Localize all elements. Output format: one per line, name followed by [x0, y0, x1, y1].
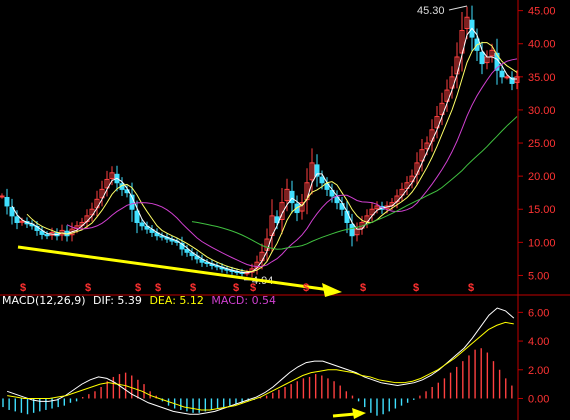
price-tick-label: 30.00 [528, 105, 556, 117]
dividend-marker: $ [85, 282, 91, 294]
price-tick-label: 20.00 [528, 171, 556, 183]
price-tick-label: 15.00 [528, 204, 556, 216]
dividend-marker: $ [250, 282, 256, 294]
macd-histogram [2, 348, 513, 416]
dividend-marker: $ [190, 282, 196, 294]
dividend-marker: $ [468, 282, 474, 294]
macd-header: MACD(12,26,9) DIF: 5.39 DEA: 5.12 MACD: … [2, 294, 280, 307]
dividend-marker: $ [233, 282, 239, 294]
candle-body [184, 248, 190, 253]
price-tick-label: 5.00 [528, 270, 549, 282]
macd-tick-label: 4.00 [528, 336, 549, 348]
dividend-marker: $ [303, 282, 309, 294]
macd-value: MACD: 0.54 [211, 294, 277, 307]
candle-body [349, 223, 355, 237]
candle-body [44, 234, 50, 237]
price-tick-label: 40.00 [528, 39, 556, 51]
macd-arrow-head [352, 408, 366, 419]
candle-body [344, 210, 350, 223]
dea-value: DEA: 5.12 [149, 294, 204, 307]
candle-body [499, 70, 505, 78]
dividend-marker: $ [135, 282, 141, 294]
candle-body [14, 216, 20, 223]
candle-body [504, 76, 510, 79]
dividend-marker: $ [413, 282, 419, 294]
candle-body [0, 195, 5, 198]
high-annotation: 45.30 [417, 5, 445, 17]
macd-tick-label: 0.00 [528, 393, 549, 405]
candle-body [134, 210, 140, 223]
macd-tick-label: 6.00 [528, 307, 549, 319]
dividend-marker: $ [155, 282, 161, 294]
price-tick-label: 10.00 [528, 237, 556, 249]
candles [0, 5, 520, 278]
macd-tick-label: 2.00 [528, 365, 549, 377]
candle-body [139, 222, 145, 227]
ma-white-line [11, 27, 517, 274]
candle-body [289, 190, 295, 204]
price-tick-label: 25.00 [528, 138, 556, 150]
price-tick-label: 45.00 [528, 6, 556, 18]
candle-body [4, 196, 10, 207]
dif-value: DIF: 5.39 [93, 294, 142, 307]
macd-indicator-name: MACD(12,26,9) [2, 294, 86, 307]
dividend-marker: $ [20, 282, 26, 294]
dividend-marker: $ [360, 282, 366, 294]
macd-arrow [332, 412, 356, 418]
stock-chart[interactable]: 5.00 10.00 15.00 20.00 25.00 30.00 35.00 40.00 4… [0, 0, 570, 420]
candle-body [479, 51, 485, 65]
high-annotation-pointer [448, 5, 468, 11]
candle-body [319, 176, 325, 184]
price-tick-label: 35.00 [528, 72, 556, 84]
